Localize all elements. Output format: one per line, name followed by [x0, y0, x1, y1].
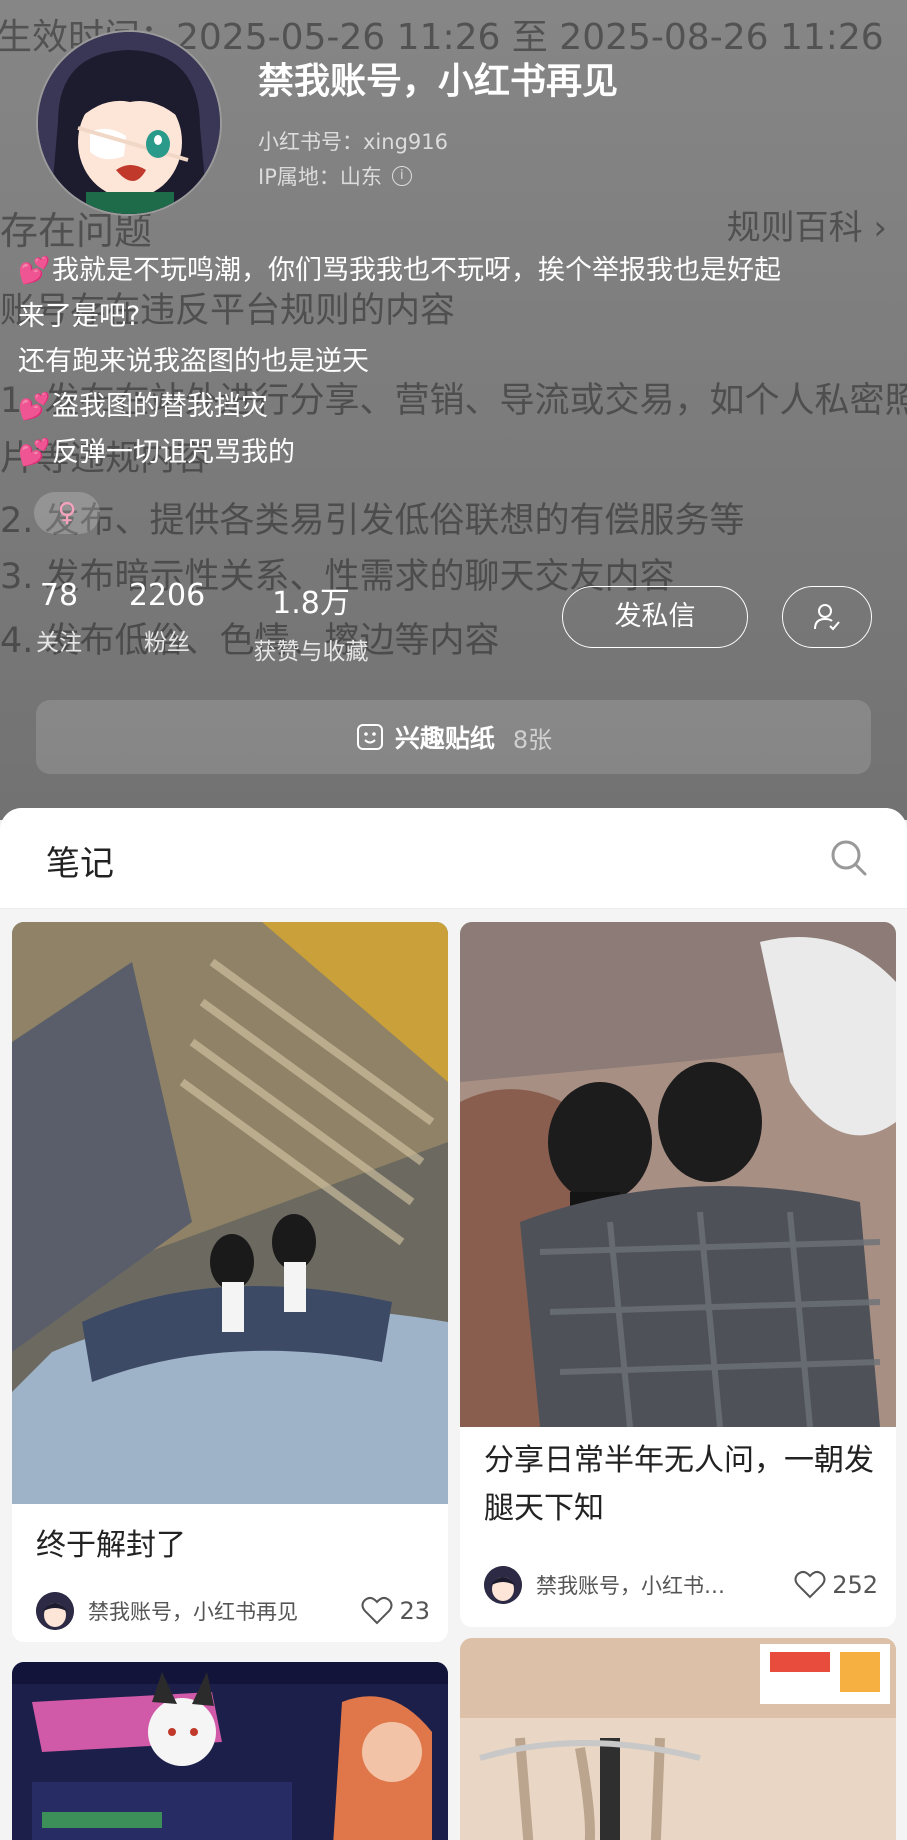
author-name[interactable]: 禁我账号，小红书再见 [88, 1596, 361, 1626]
issue-line-4: 2. 发布、提供各类易引发低俗联想的有偿服务等 [0, 501, 745, 541]
gender-female-icon: ♀ [34, 492, 100, 534]
stat-label: 关注 [36, 630, 82, 656]
notes-panel: 笔记 终于解封了 禁我账号，小红书再见 23 分享日常半年无人问，一朝发腿天下知… [0, 808, 907, 1840]
author-avatar[interactable] [484, 1566, 522, 1604]
bio-line: 还有跑来说我盗图的也是逆天 [18, 346, 369, 377]
profile-id[interactable]: 小红书号：xing916 [258, 126, 448, 156]
stat-value: 2206 [128, 578, 206, 613]
stickers-label: 兴趣贴纸 [394, 724, 495, 753]
bio-text: 我就是不玩鸣潮，你们骂我我也不玩呀，挨个举报我也是好起 [52, 255, 781, 286]
stat-label: 粉丝 [144, 630, 190, 656]
search-icon[interactable] [829, 838, 869, 878]
note-card[interactable]: 终于解封了 禁我账号，小红书再见 23 [12, 922, 448, 1642]
heart-icon [794, 1570, 826, 1599]
heart-icon [361, 1596, 393, 1625]
interest-stickers-bar[interactable]: 兴趣贴纸 8张 [36, 700, 871, 774]
stat-following[interactable]: 78 关注 [28, 578, 90, 657]
stat-label: 获赞与收藏 [253, 639, 369, 665]
user-check-icon [814, 604, 840, 631]
note-cover-image [12, 922, 448, 1504]
bio-line: 💕我就是不玩鸣潮，你们骂我我也不玩呀，挨个举报我也是好起 [18, 248, 888, 294]
heart-emoji-icon: 💕 [18, 256, 51, 286]
like-count[interactable]: 23 [361, 1596, 430, 1626]
note-title: 终于解封了 [36, 1528, 186, 1563]
like-count-value: 23 [399, 1597, 430, 1625]
stat-value: 78 [39, 578, 79, 613]
rules-link: 规则百科 › [726, 208, 887, 248]
tab-notes[interactable]: 笔记 [46, 836, 114, 885]
profile-name: 禁我账号，小红书再见 [258, 61, 619, 102]
note-footer: 禁我账号，小红书… 252 [484, 1566, 878, 1604]
stickers-count: 8张 [512, 725, 553, 754]
note-card[interactable] [12, 1662, 448, 1840]
avatar-anime-girl-image [38, 32, 220, 214]
note-card[interactable] [460, 1638, 896, 1840]
notes-header: 笔记 [0, 808, 907, 909]
stat-followers[interactable]: 2206 粉丝 [124, 578, 210, 657]
author-name[interactable]: 禁我账号，小红书… [536, 1570, 794, 1600]
note-footer: 禁我账号，小红书再见 23 [36, 1592, 430, 1630]
send-message-button[interactable]: 发私信 [562, 586, 748, 648]
author-avatar[interactable] [36, 1592, 74, 1630]
bio-line: 💕反弹一切诅咒骂我的 [18, 430, 888, 476]
note-card[interactable]: 分享日常半年无人问，一朝发腿天下知 禁我账号，小红书… 252 [460, 922, 896, 1627]
profile-bio: 💕我就是不玩鸣潮，你们骂我我也不玩呀，挨个举报我也是好起 来了是吧? 还有跑来说… [18, 248, 888, 476]
bio-line: 💕盗我图的替我挡灾 [18, 384, 888, 430]
bio-text: 盗我图的替我挡灾 [52, 391, 268, 422]
follow-status-button[interactable] [782, 586, 872, 648]
stat-likes-collects[interactable]: 1.8万 获赞与收藏 [246, 578, 376, 666]
like-count-value: 252 [832, 1571, 878, 1599]
ip-location-text: IP属地：山东 [258, 165, 382, 189]
bio-text: 反弹一切诅咒骂我的 [52, 437, 295, 468]
note-cover-image [460, 1638, 896, 1840]
sticker-face-icon [356, 724, 383, 750]
bio-line: 来了是吧? [18, 301, 141, 332]
heart-emoji-icon: 💕 [18, 392, 51, 422]
info-icon[interactable]: i [391, 166, 412, 186]
ip-location: IP属地：山东 i [258, 161, 412, 191]
avatar[interactable] [36, 30, 222, 216]
heart-emoji-icon: 💕 [18, 438, 51, 468]
note-title: 分享日常半年无人问，一朝发腿天下知 [484, 1443, 874, 1526]
like-count[interactable]: 252 [794, 1570, 878, 1600]
note-cover-image [12, 1662, 448, 1840]
stat-value: 1.8万 [272, 586, 350, 621]
profile-header: 生效时间：2025-05-26 11:26 至 2025-08-26 11:26… [0, 0, 907, 820]
note-cover-image [460, 922, 896, 1427]
